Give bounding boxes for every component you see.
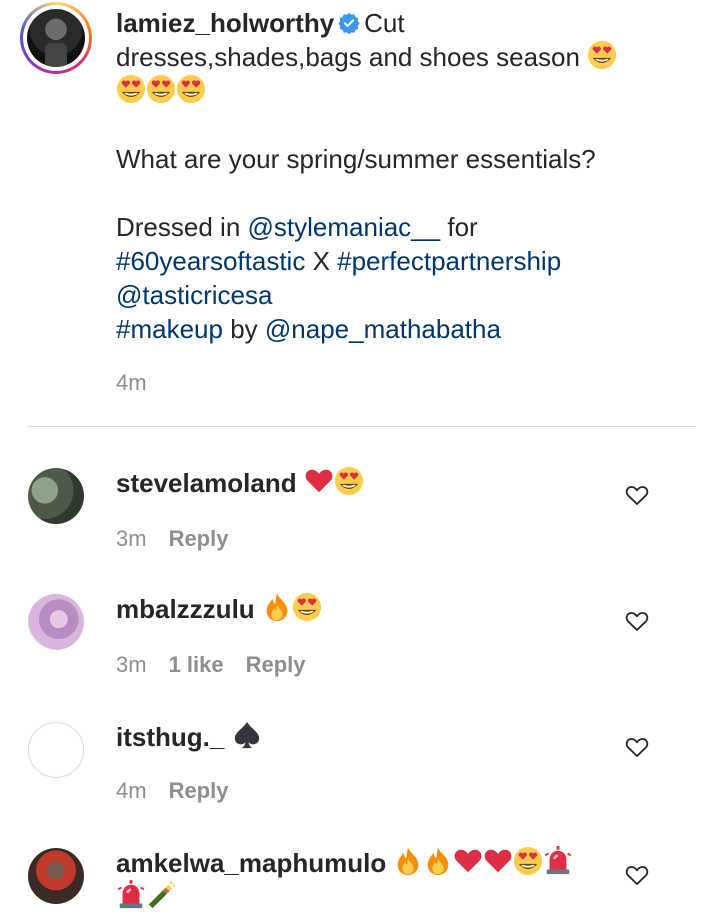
author-username[interactable]: lamiez_holworthy — [116, 8, 334, 38]
avatar[interactable] — [28, 722, 84, 778]
caption-for: for — [447, 212, 478, 242]
caption-line2: dresses,shades,bags and shoes season — [116, 42, 580, 72]
caption-divider — [28, 426, 696, 427]
reply-button[interactable]: Reply — [169, 778, 229, 804]
post-caption: lamiez_holworthy Cut dresses,shades,bags … — [0, 0, 720, 430]
caption-by: by — [230, 314, 258, 344]
spade-emoji-icon — [232, 720, 262, 750]
mention-brand-link[interactable]: @tasticricesa — [116, 280, 272, 310]
fire-emoji-icon — [262, 592, 292, 622]
author-avatar[interactable] — [20, 2, 92, 74]
heart-eyes-emoji-icon — [513, 846, 543, 876]
avatar[interactable] — [28, 848, 84, 904]
caption-line1: Cut — [364, 8, 405, 38]
siren-emoji-icon — [543, 846, 573, 876]
caption-x: X — [312, 246, 330, 276]
like-heart-icon[interactable] — [624, 734, 650, 760]
hashtag-makeup-link[interactable]: #makeup — [116, 314, 223, 344]
caption-question: What are your spring/summer essentials? — [116, 144, 596, 174]
caption-timestamp: 4m — [116, 370, 147, 395]
heart-eyes-emoji-icon — [116, 74, 146, 104]
like-heart-icon[interactable] — [624, 862, 650, 888]
verified-badge-icon — [338, 12, 360, 34]
comment-username[interactable]: amkelwa_maphumulo — [116, 848, 386, 878]
heart-eyes-emoji-icon — [587, 40, 617, 70]
author-avatar-photo — [27, 9, 85, 67]
comment-timestamp: 3m — [116, 652, 147, 677]
heart-eyes-emoji-icon — [176, 74, 206, 104]
comment-username[interactable]: stevelamoland — [116, 468, 297, 498]
red-heart-emoji-icon — [483, 846, 513, 876]
hashtag-60yearsoftastic-link[interactable]: #60yearsoftastic — [116, 246, 305, 276]
avatar[interactable] — [28, 468, 84, 524]
heart-eyes-emoji-icon — [334, 466, 364, 496]
fire-emoji-icon — [393, 846, 423, 876]
caption-emoji-row — [116, 74, 676, 108]
comment-timestamp: 3m — [116, 526, 147, 551]
red-heart-emoji-icon — [453, 846, 483, 876]
fire-emoji-icon — [423, 846, 453, 876]
reply-button[interactable]: Reply — [169, 526, 229, 552]
siren-emoji-icon — [116, 880, 146, 910]
mention-stylist-link[interactable]: @stylemaniac__ — [248, 212, 441, 242]
red-heart-emoji-icon — [304, 466, 334, 496]
like-heart-icon[interactable] — [624, 608, 650, 634]
champagne-emoji-icon — [146, 880, 176, 910]
mention-makeup-link[interactable]: @nape_mathabatha — [265, 314, 501, 344]
like-heart-icon[interactable] — [624, 482, 650, 508]
comment-username[interactable]: mbalzzzulu — [116, 594, 255, 624]
likes-count-button[interactable]: 1 like — [169, 652, 224, 678]
hashtag-perfectpartnership-link[interactable]: #perfectpartnership — [337, 246, 561, 276]
comment-username[interactable]: itsthug._ — [116, 722, 224, 752]
avatar[interactable] — [28, 594, 84, 650]
caption-text: lamiez_holworthy Cut dresses,shades,bags … — [116, 6, 676, 346]
heart-eyes-emoji-icon — [292, 592, 322, 622]
comment-timestamp: 4m — [116, 778, 147, 803]
caption-dressed-in: Dressed in — [116, 212, 241, 242]
heart-eyes-emoji-icon — [146, 74, 176, 104]
reply-button[interactable]: Reply — [246, 652, 306, 678]
